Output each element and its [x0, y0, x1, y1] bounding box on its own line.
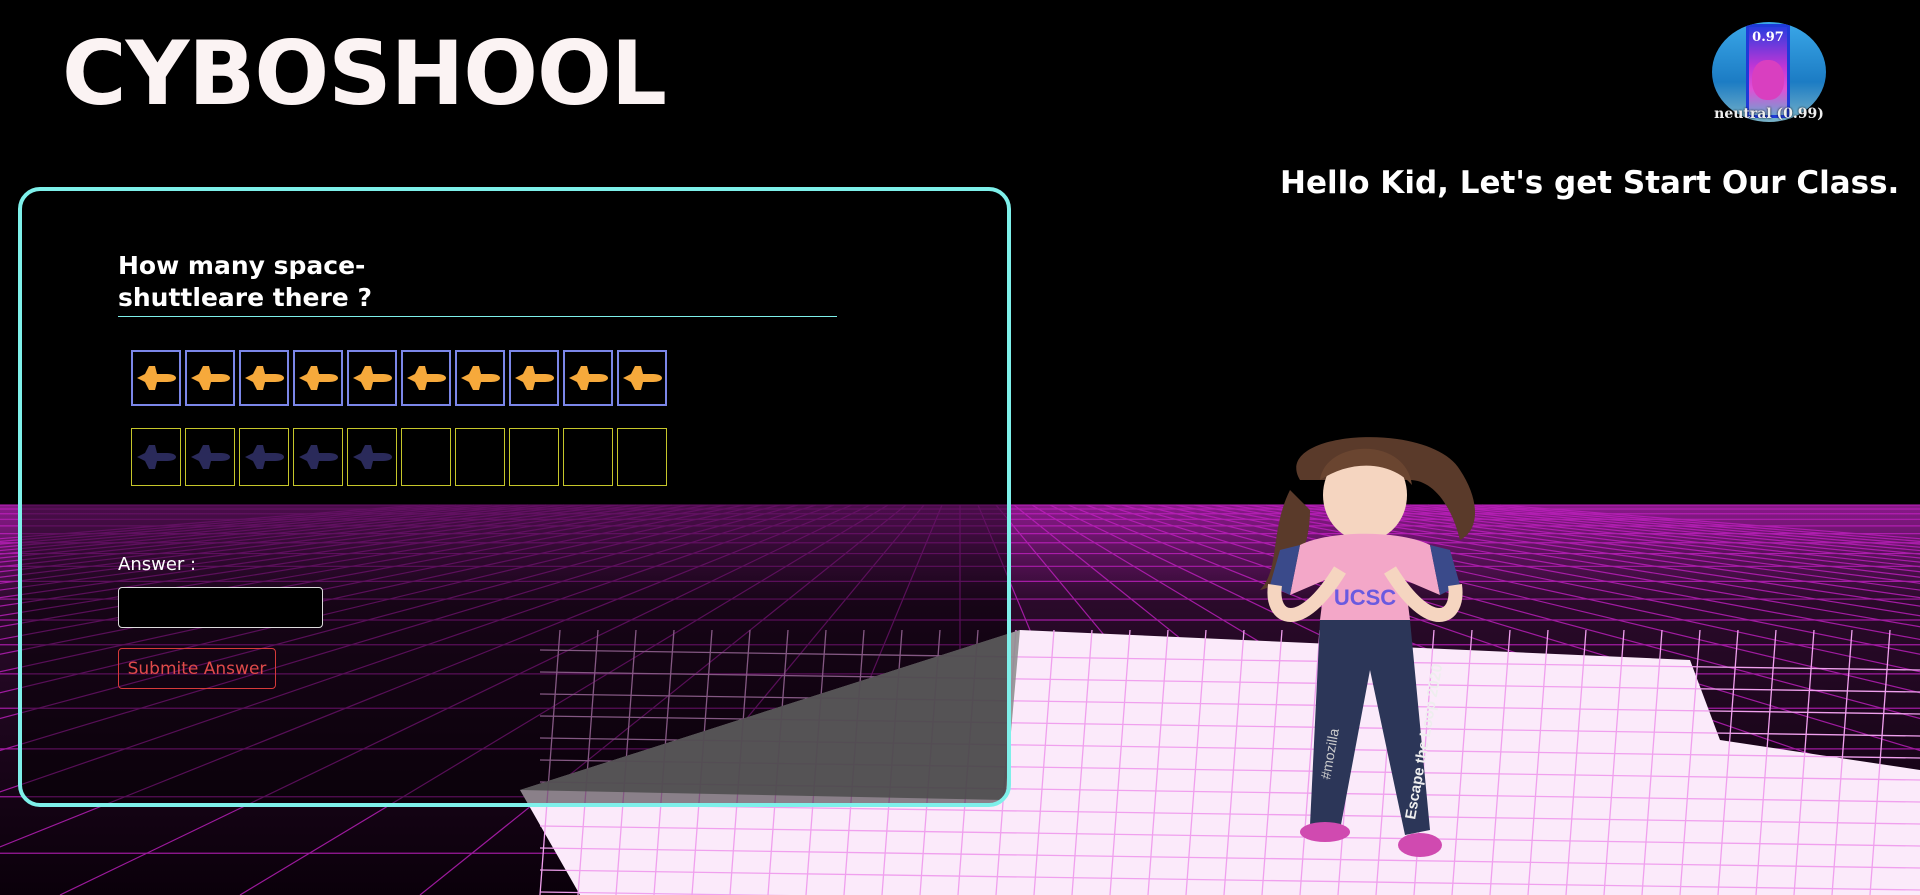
shuttle-slot	[563, 350, 613, 406]
space-shuttle-icon	[137, 366, 176, 390]
shuttle-slot[interactable]	[293, 428, 343, 486]
space-shuttle-icon	[299, 445, 338, 469]
question-divider	[118, 316, 837, 317]
avatar-character: UCSC #mozilla Escape the Loop 2020	[1260, 437, 1475, 857]
emotion-label: neutral (0.99)	[1714, 106, 1824, 122]
shuttle-slot	[509, 350, 559, 406]
space-shuttle-icon	[407, 366, 446, 390]
space-shuttle-icon	[191, 366, 230, 390]
app-title: CYBOSHOOL	[62, 22, 667, 125]
quiz-question: How many space-shuttleare there ?	[118, 251, 372, 312]
shuttle-slot	[347, 350, 397, 406]
face-icon	[1752, 60, 1784, 100]
space-shuttle-icon	[353, 445, 392, 469]
webcam-emotion-widget: 0.97 neutral (0.99)	[1712, 22, 1826, 122]
space-shuttle-icon	[461, 366, 500, 390]
shuttle-slot	[401, 350, 451, 406]
space-shuttle-icon	[569, 366, 608, 390]
shuttle-row-count	[131, 350, 667, 406]
shuttle-slot[interactable]	[347, 428, 397, 486]
space-shuttle-icon	[137, 445, 176, 469]
submit-answer-button[interactable]: Submite Answer	[118, 648, 276, 689]
shuttle-slot	[293, 350, 343, 406]
shuttle-slot[interactable]	[239, 428, 289, 486]
shuttle-slot	[455, 350, 505, 406]
space-shuttle-icon	[515, 366, 554, 390]
shuttle-slot[interactable]	[617, 428, 667, 486]
shuttle-slot	[239, 350, 289, 406]
shuttle-slot	[131, 350, 181, 406]
shuttle-slot[interactable]	[401, 428, 451, 486]
space-shuttle-icon	[191, 445, 230, 469]
shuttle-slot[interactable]	[455, 428, 505, 486]
shuttle-slot[interactable]	[131, 428, 181, 486]
space-shuttle-icon	[245, 366, 284, 390]
greeting-text: Hello Kid, Let's get Start Our Class.	[1280, 165, 1900, 201]
answer-input[interactable]	[118, 587, 323, 628]
space-shuttle-icon	[623, 366, 662, 390]
shuttle-slot	[185, 350, 235, 406]
space-shuttle-icon	[353, 366, 392, 390]
shuttle-slot[interactable]	[185, 428, 235, 486]
space-shuttle-icon	[299, 366, 338, 390]
shuttle-slot	[617, 350, 667, 406]
space-shuttle-icon	[245, 445, 284, 469]
shirt-text: UCSC	[1334, 585, 1396, 610]
shuttle-row-answer	[131, 428, 667, 486]
shuttle-slot[interactable]	[563, 428, 613, 486]
answer-label: Answer :	[118, 554, 197, 575]
detection-score: 0.97	[1752, 30, 1784, 45]
shuttle-slot[interactable]	[509, 428, 559, 486]
